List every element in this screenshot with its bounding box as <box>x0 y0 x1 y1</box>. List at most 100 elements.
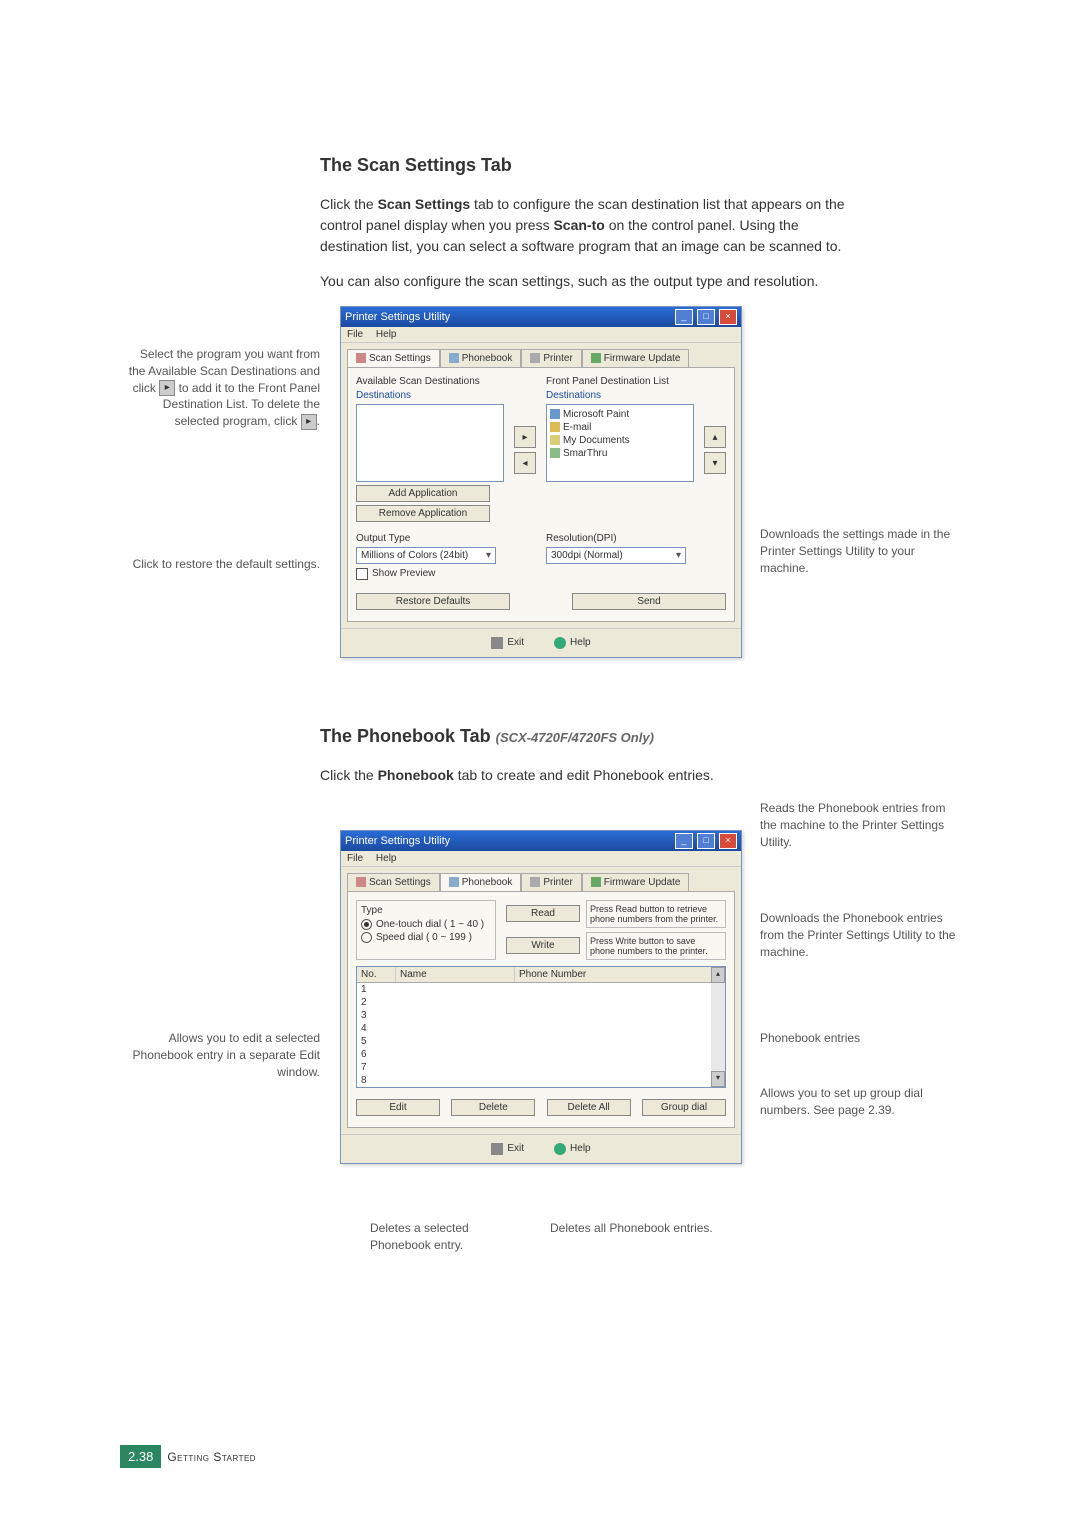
read-note: Press Read button to retrieve phone numb… <box>586 900 726 928</box>
add-application-button[interactable]: Add Application <box>356 485 490 502</box>
table-row[interactable]: 7 <box>357 1061 725 1074</box>
tab-scan-settings[interactable]: Scan Settings <box>347 349 440 367</box>
help-button[interactable]: Help <box>554 637 591 649</box>
front-panel-list-label: Front Panel Destination List <box>546 376 694 387</box>
group-dial-button[interactable]: Group dial <box>642 1099 726 1116</box>
radio-icon <box>361 919 372 930</box>
list-item-label: Microsoft Paint <box>563 409 629 420</box>
destinations-sublabel: Destinations <box>356 390 504 401</box>
tab-phonebook[interactable]: Phonebook <box>440 349 522 367</box>
output-type-select[interactable]: Millions of Colors (24bit) <box>356 547 496 564</box>
list-item[interactable]: E-mail <box>550 421 690 434</box>
front-panel-listbox[interactable]: Microsoft Paint E-mail My Documents Smar… <box>546 404 694 482</box>
remove-application-button[interactable]: Remove Application <box>356 505 490 522</box>
help-icon <box>554 1143 566 1155</box>
window-title: Printer Settings Utility <box>345 835 450 847</box>
maximize-icon[interactable]: □ <box>697 833 715 849</box>
delete-button[interactable]: Delete <box>451 1099 535 1116</box>
titlebar[interactable]: Printer Settings Utility _ □ × <box>341 307 741 327</box>
radio-one-touch[interactable]: One-touch dial ( 1 ~ 40 ) <box>361 919 491 930</box>
help-icon <box>554 637 566 649</box>
menu-file[interactable]: File <box>347 853 363 864</box>
radio-speed-dial[interactable]: Speed dial ( 0 ~ 199 ) <box>361 932 491 943</box>
delete-all-button[interactable]: Delete All <box>547 1099 631 1116</box>
resolution-select[interactable]: 300dpi (Normal) <box>546 547 686 564</box>
scrollbar[interactable]: ▴ ▾ <box>711 967 725 1087</box>
read-button[interactable]: Read <box>506 905 580 922</box>
move-right-button[interactable]: ▸ <box>514 426 536 448</box>
minimize-icon[interactable]: _ <box>675 309 693 325</box>
tab-firmware[interactable]: Firmware Update <box>582 349 690 367</box>
scan-icon <box>356 877 366 887</box>
scroll-down-icon[interactable]: ▾ <box>711 1071 725 1087</box>
show-preview-checkbox[interactable]: Show Preview <box>356 568 536 580</box>
table-row[interactable]: 3 <box>357 1009 725 1022</box>
table-row[interactable]: 9 <box>357 1087 725 1088</box>
table-header: No. Name Phone Number <box>357 967 725 983</box>
heading-scan-settings: The Scan Settings Tab <box>320 155 960 176</box>
maximize-icon[interactable]: □ <box>697 309 715 325</box>
send-button[interactable]: Send <box>572 593 726 610</box>
menubar: File Help <box>341 851 741 867</box>
callout-group-dial: Allows you to set up group dial numbers.… <box>760 1085 960 1119</box>
scroll-up-icon[interactable]: ▴ <box>711 967 725 983</box>
figure-phonebook: Allows you to edit a selected Phonebook … <box>120 800 960 1290</box>
table-row[interactable]: 1 <box>357 983 725 996</box>
close-icon[interactable]: × <box>719 833 737 849</box>
move-left-button[interactable]: ◂ <box>514 452 536 474</box>
figure-scan-settings: Select the program you want from the Ava… <box>120 306 960 686</box>
list-item[interactable]: My Documents <box>550 434 690 447</box>
tab-printer[interactable]: Printer <box>521 873 581 891</box>
tab-printer[interactable]: Printer <box>521 349 581 367</box>
scan-icon <box>356 353 366 363</box>
list-item[interactable]: Microsoft Paint <box>550 408 690 421</box>
tab-label: Firmware Update <box>604 877 681 888</box>
help-button[interactable]: Help <box>554 1143 591 1155</box>
tab-phonebook[interactable]: Phonebook <box>440 873 522 891</box>
tab-label: Phonebook <box>462 353 513 364</box>
exit-button[interactable]: Exit <box>491 637 524 649</box>
table-row[interactable]: 8 <box>357 1074 725 1087</box>
exit-button[interactable]: Exit <box>491 1143 524 1155</box>
menu-help[interactable]: Help <box>376 329 397 340</box>
move-up-button[interactable]: ▴ <box>704 426 726 448</box>
available-listbox[interactable] <box>356 404 504 482</box>
tab-label: Printer <box>543 353 572 364</box>
tab-strip: Scan Settings Phonebook Printer Firmware… <box>341 343 741 367</box>
table-row[interactable]: 2 <box>357 996 725 1009</box>
table-row[interactable]: 6 <box>357 1048 725 1061</box>
callout-entries: Phonebook entries <box>760 1030 960 1047</box>
minimize-icon[interactable]: _ <box>675 833 693 849</box>
bottom-bar: Exit Help <box>341 628 741 657</box>
phonebook-icon <box>449 877 459 887</box>
close-icon[interactable]: × <box>719 309 737 325</box>
callout-write: Downloads the Phonebook entries from the… <box>760 910 960 960</box>
tab-label: Scan Settings <box>369 877 431 888</box>
table-row[interactable]: 4 <box>357 1022 725 1035</box>
write-note: Press Write button to save phone numbers… <box>586 932 726 960</box>
heading-text: The Phonebook Tab <box>320 726 496 746</box>
footer-text: Getting Started <box>167 1450 256 1464</box>
button-label: Help <box>570 637 591 648</box>
scroll-track[interactable] <box>711 983 725 1071</box>
edit-button[interactable]: Edit <box>356 1099 440 1116</box>
type-label: Type <box>361 905 491 916</box>
write-button[interactable]: Write <box>506 937 580 954</box>
titlebar[interactable]: Printer Settings Utility _ □ × <box>341 831 741 851</box>
menu-file[interactable]: File <box>347 329 363 340</box>
restore-defaults-button[interactable]: Restore Defaults <box>356 593 510 610</box>
tab-scan-settings[interactable]: Scan Settings <box>347 873 440 891</box>
list-item[interactable]: SmarThru <box>550 447 690 460</box>
move-down-button[interactable]: ▾ <box>704 452 726 474</box>
tab-label: Scan Settings <box>369 353 431 364</box>
text: Click the <box>320 196 378 212</box>
tab-label: Printer <box>543 877 572 888</box>
printer-settings-window-2: Printer Settings Utility _ □ × File Help… <box>340 830 742 1164</box>
tab-strip: Scan Settings Phonebook Printer Firmware… <box>341 867 741 891</box>
table-row[interactable]: 5 <box>357 1035 725 1048</box>
radio-icon <box>361 932 372 943</box>
tab-firmware[interactable]: Firmware Update <box>582 873 690 891</box>
exit-icon <box>491 1143 503 1155</box>
phonebook-table[interactable]: No. Name Phone Number 1 2 3 4 5 6 7 8 9 … <box>356 966 726 1088</box>
menu-help[interactable]: Help <box>376 853 397 864</box>
